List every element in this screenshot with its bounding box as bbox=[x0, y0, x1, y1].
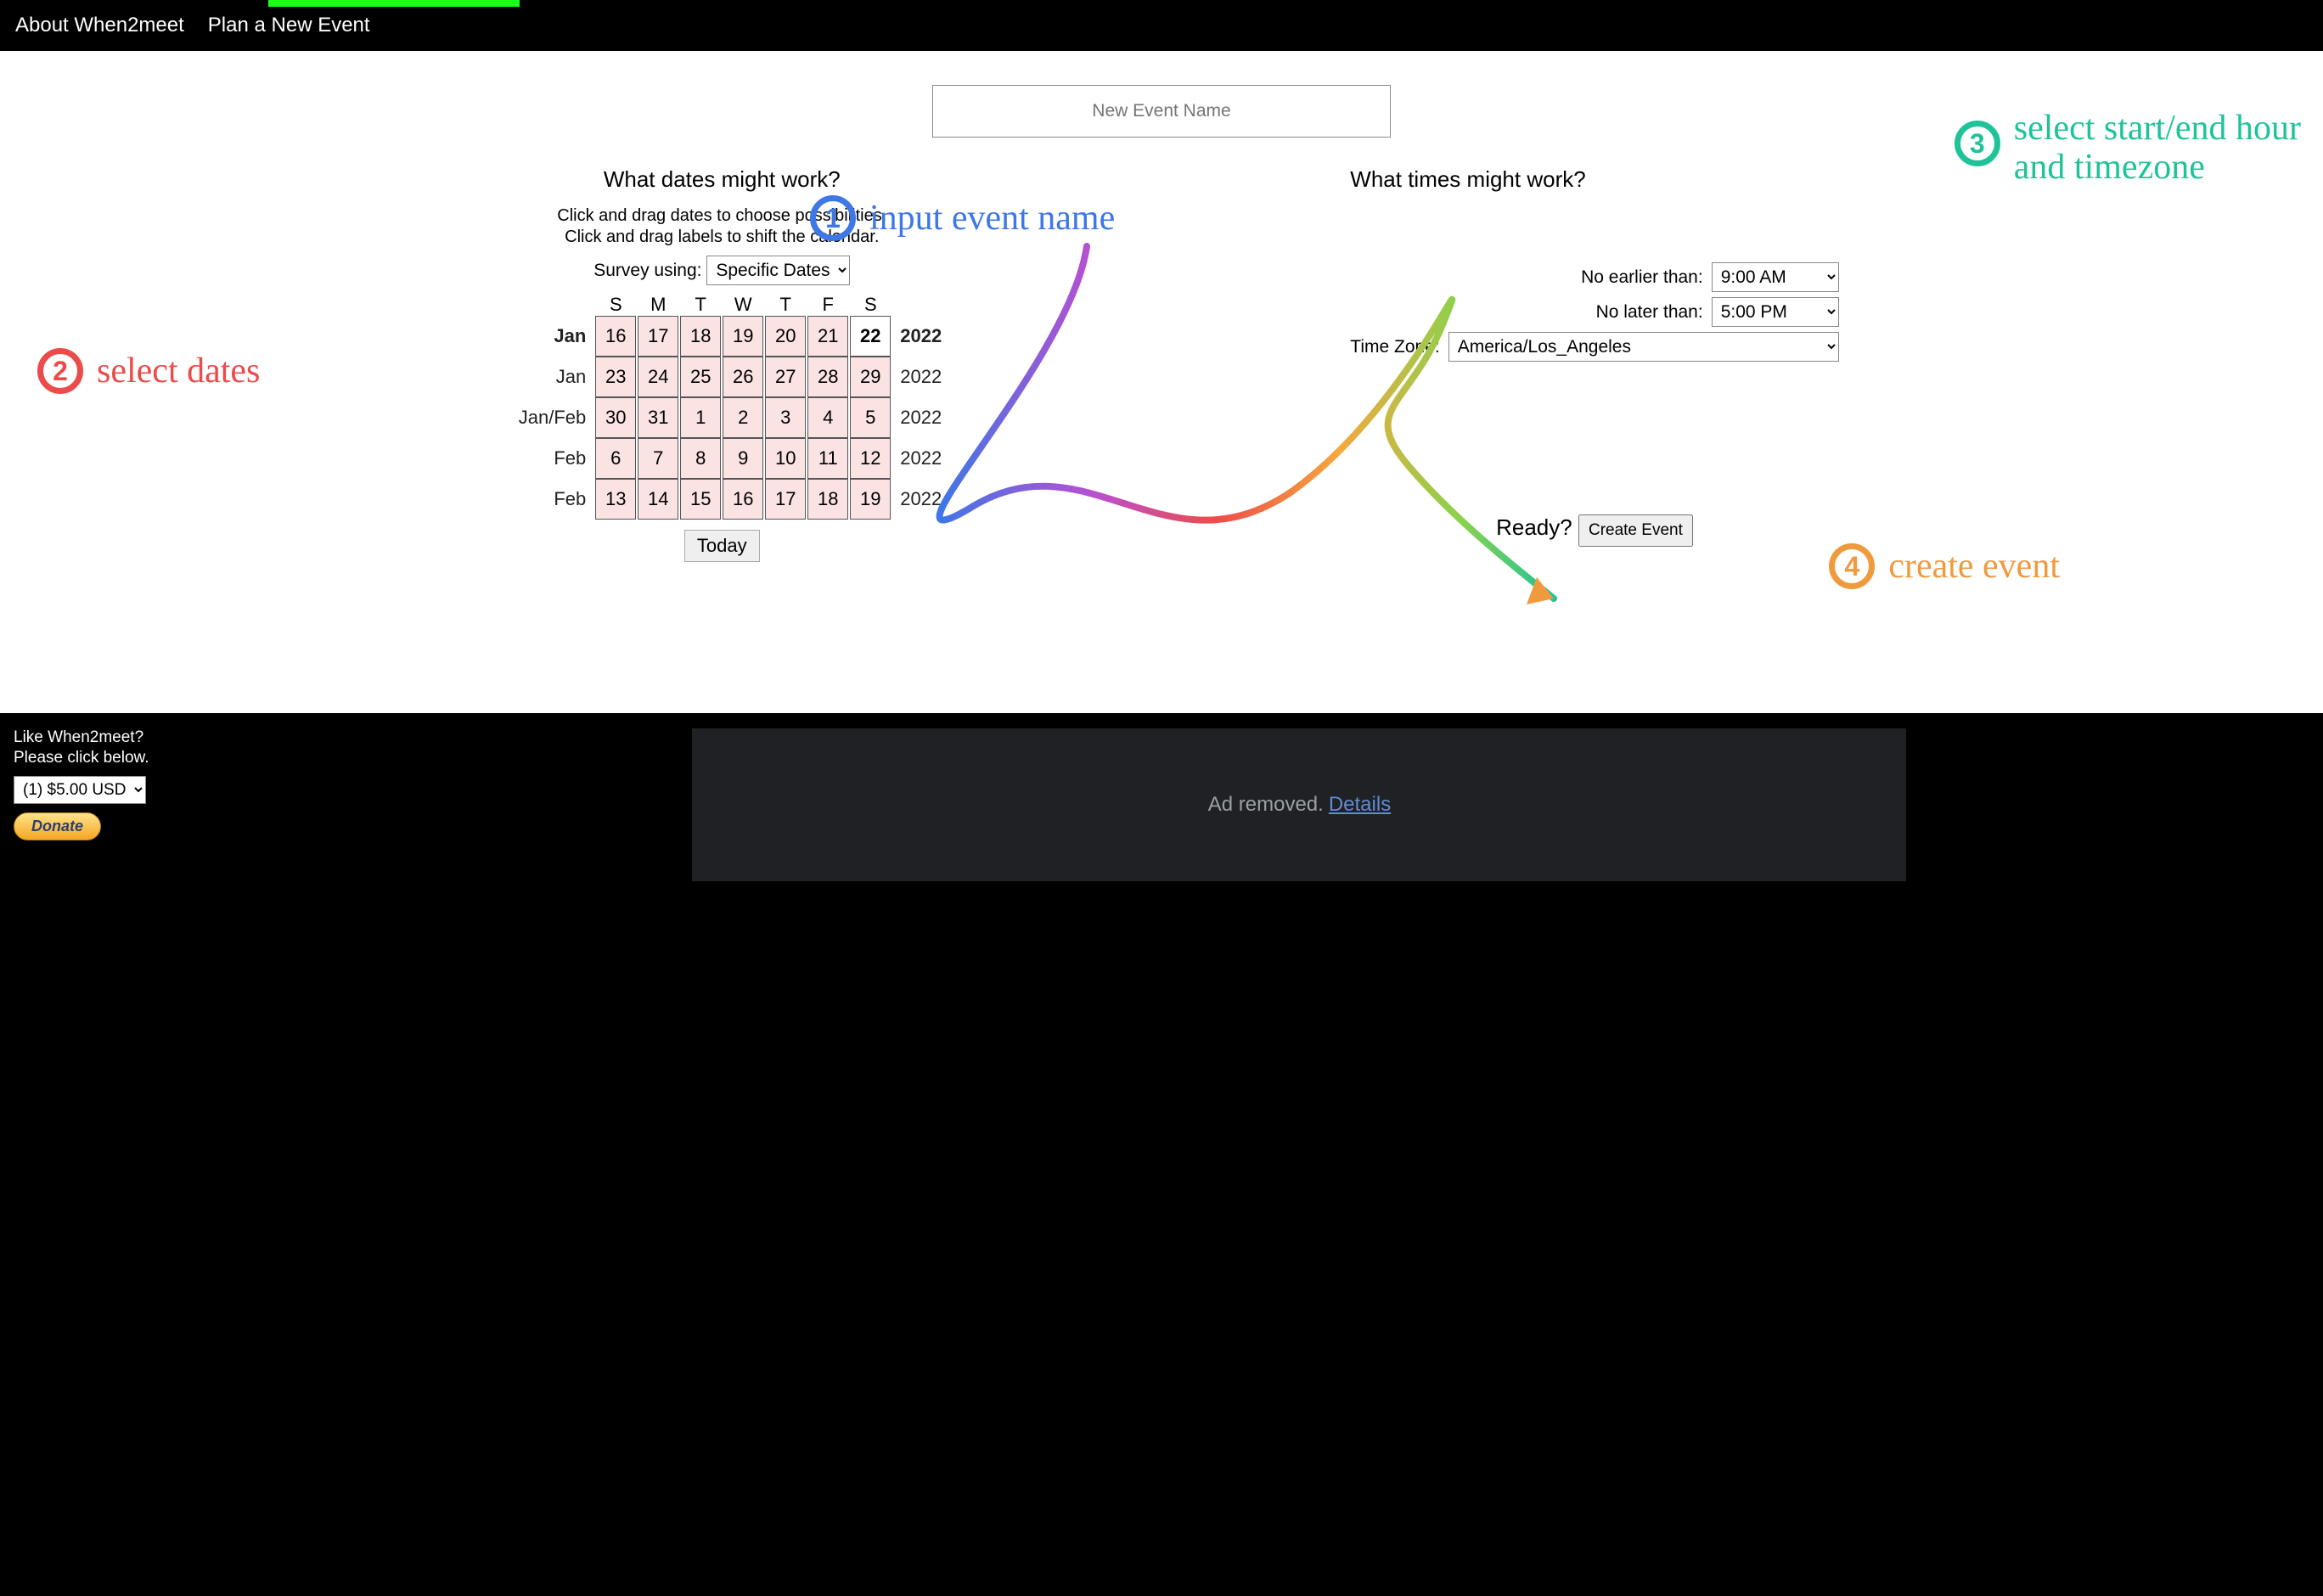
times-title: What times might work? bbox=[1350, 166, 1838, 193]
calendar-day-header: W bbox=[722, 294, 764, 316]
no-later-select[interactable]: 5:00 PM bbox=[1712, 297, 1839, 327]
donate-amount-select[interactable]: (1) $5.00 USD bbox=[14, 776, 146, 804]
calendar-day-cell[interactable]: 1 bbox=[680, 397, 721, 438]
calendar-day-header: F bbox=[807, 294, 849, 316]
no-later-label: No later than: bbox=[1596, 302, 1703, 323]
no-earlier-label: No earlier than: bbox=[1581, 267, 1703, 288]
calendar-day-cell[interactable]: 16 bbox=[595, 316, 636, 357]
timezone-label: Time Zone: bbox=[1350, 337, 1439, 357]
calendar-day-cell[interactable]: 24 bbox=[638, 357, 678, 397]
calendar-month-label[interactable]: Feb bbox=[484, 488, 594, 510]
no-earlier-select[interactable]: 9:00 AM bbox=[1712, 262, 1839, 292]
donate-button[interactable]: Donate bbox=[14, 812, 101, 840]
today-button[interactable]: Today bbox=[684, 530, 760, 562]
site-accent-bar bbox=[268, 0, 520, 7]
calendar-day-cell[interactable]: 17 bbox=[638, 316, 678, 357]
calendar-day-cell[interactable]: 18 bbox=[680, 316, 721, 357]
calendar-day-cell[interactable]: 15 bbox=[680, 479, 721, 520]
nav-plan-event[interactable]: Plan a New Event bbox=[208, 14, 370, 37]
dates-column: What dates might work? Click and drag da… bbox=[484, 166, 959, 562]
footer: Like When2meet? Please click below. (1) … bbox=[0, 713, 2323, 1596]
calendar-day-cell[interactable]: 26 bbox=[723, 357, 763, 397]
calendar-year-label[interactable]: 2022 bbox=[892, 366, 959, 388]
calendar-day-cell[interactable]: 31 bbox=[638, 397, 678, 438]
donate-line-1: Like When2meet? bbox=[14, 728, 149, 747]
calendar-day-cell[interactable]: 10 bbox=[765, 438, 806, 479]
dates-hint-2: Click and drag labels to shift the calen… bbox=[484, 228, 959, 247]
calendar-year-label[interactable]: 2022 bbox=[892, 488, 959, 510]
main-content: 1 input event name 2 select dates 3 sele… bbox=[0, 51, 2323, 713]
calendar-day-cell[interactable]: 18 bbox=[807, 479, 848, 520]
calendar-row: Jan161718192021222022 bbox=[484, 316, 959, 357]
calendar-day-cell[interactable]: 13 bbox=[595, 479, 636, 520]
calendar: SMTWTFS Jan161718192021222022Jan23242526… bbox=[484, 294, 959, 562]
event-name-input[interactable] bbox=[932, 85, 1391, 138]
calendar-day-cell[interactable]: 21 bbox=[807, 316, 848, 357]
calendar-day-cell[interactable]: 6 bbox=[595, 438, 636, 479]
calendar-year-label[interactable]: 2022 bbox=[892, 407, 959, 429]
calendar-row: Jan232425262728292022 bbox=[484, 357, 959, 397]
calendar-month-label[interactable]: Feb bbox=[484, 447, 594, 469]
calendar-day-cell[interactable]: 11 bbox=[807, 438, 848, 479]
create-event-button[interactable]: Create Event bbox=[1578, 514, 1693, 547]
calendar-day-cell[interactable]: 19 bbox=[850, 479, 891, 520]
calendar-month-label[interactable]: Jan bbox=[484, 366, 594, 388]
calendar-day-cell[interactable]: 23 bbox=[595, 357, 636, 397]
calendar-row: Feb67891011122022 bbox=[484, 438, 959, 479]
calendar-day-cell[interactable]: 17 bbox=[765, 479, 806, 520]
times-column: What times might work? No earlier than: … bbox=[1350, 166, 1838, 562]
calendar-day-cell[interactable]: 5 bbox=[850, 397, 891, 438]
calendar-row: Jan/Feb3031123452022 bbox=[484, 397, 959, 438]
calendar-day-cell[interactable]: 29 bbox=[850, 357, 891, 397]
top-nav: About When2meet Plan a New Event bbox=[0, 0, 2323, 51]
calendar-day-cell[interactable]: 27 bbox=[765, 357, 806, 397]
calendar-row: Feb131415161718192022 bbox=[484, 479, 959, 520]
calendar-day-header: M bbox=[637, 294, 679, 316]
calendar-day-cell[interactable]: 3 bbox=[765, 397, 806, 438]
calendar-day-cell[interactable]: 9 bbox=[723, 438, 763, 479]
calendar-day-cell[interactable]: 16 bbox=[723, 479, 763, 520]
dates-hint-1: Click and drag dates to choose possibili… bbox=[484, 206, 959, 226]
survey-label: Survey using: bbox=[593, 261, 701, 280]
calendar-day-cell[interactable]: 19 bbox=[723, 316, 763, 357]
calendar-day-cell[interactable]: 4 bbox=[807, 397, 848, 438]
calendar-day-cell[interactable]: 25 bbox=[680, 357, 721, 397]
timezone-select[interactable]: America/Los_Angeles bbox=[1448, 332, 1839, 362]
calendar-day-cell[interactable]: 20 bbox=[765, 316, 806, 357]
dates-title: What dates might work? bbox=[484, 166, 959, 193]
ready-label: Ready? bbox=[1496, 514, 1572, 540]
calendar-day-header: T bbox=[679, 294, 722, 316]
annotation-3-badge: 3 bbox=[1955, 121, 2000, 166]
calendar-year-label[interactable]: 2022 bbox=[892, 447, 959, 469]
calendar-day-cell[interactable]: 28 bbox=[807, 357, 848, 397]
calendar-month-label[interactable]: Jan bbox=[484, 325, 594, 347]
donate-line-2: Please click below. bbox=[14, 749, 149, 767]
ad-placeholder: Ad removed. Details bbox=[692, 728, 1906, 881]
calendar-day-header: S bbox=[849, 294, 892, 316]
calendar-day-cell[interactable]: 30 bbox=[595, 397, 636, 438]
calendar-day-header: T bbox=[764, 294, 807, 316]
ad-removed-text: Ad removed. bbox=[1208, 793, 1324, 817]
donate-box: Like When2meet? Please click below. (1) … bbox=[14, 728, 149, 840]
nav-about[interactable]: About When2meet bbox=[15, 14, 184, 37]
calendar-day-cell[interactable]: 8 bbox=[680, 438, 721, 479]
calendar-day-header: S bbox=[594, 294, 637, 316]
calendar-month-label[interactable]: Jan/Feb bbox=[484, 407, 594, 429]
survey-mode-select[interactable]: Specific Dates bbox=[706, 256, 850, 285]
calendar-day-cell[interactable]: 12 bbox=[850, 438, 891, 479]
calendar-year-label[interactable]: 2022 bbox=[892, 325, 959, 347]
calendar-day-cell[interactable]: 14 bbox=[638, 479, 678, 520]
calendar-day-cell[interactable]: 7 bbox=[638, 438, 678, 479]
calendar-day-cell[interactable]: 22 bbox=[850, 316, 891, 357]
calendar-day-cell[interactable]: 2 bbox=[723, 397, 763, 438]
ad-details-link[interactable]: Details bbox=[1329, 793, 1391, 817]
